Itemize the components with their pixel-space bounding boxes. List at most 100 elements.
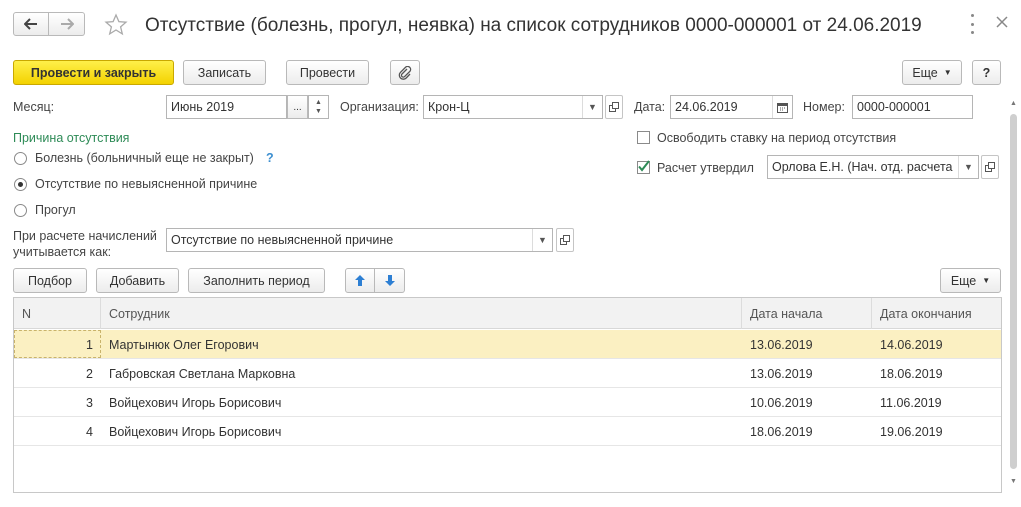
fill-period-button[interactable]: Заполнить период (188, 268, 325, 293)
arrow-up-icon (355, 275, 365, 286)
row-end-date: 19.06.2019 (880, 424, 943, 439)
table-more-button[interactable]: Еще ▼ (940, 268, 1001, 293)
dropdown-icon[interactable]: ▼ (532, 229, 552, 251)
post-and-close-button[interactable]: Провести и закрыть (13, 60, 174, 85)
move-down-button[interactable] (375, 268, 405, 293)
help-button[interactable]: ? (972, 60, 1001, 85)
accrual-label-line1: При расчете начислений (13, 229, 157, 243)
forward-button[interactable] (49, 12, 85, 36)
date-label: Дата: (634, 100, 666, 114)
accrual-value: Отсутствие по невыясненной причине (171, 233, 394, 247)
row-employee: Габровская Светлана Марковна (109, 366, 296, 381)
spin-down-icon[interactable]: ▼ (315, 107, 322, 116)
scroll-up-icon[interactable]: ▲ (1010, 100, 1017, 107)
table-row[interactable]: 1 Мартынюк Олег Егорович 13.06.2019 14.0… (14, 330, 1001, 359)
month-value: Июнь 2019 (171, 100, 235, 114)
date-value: 24.06.2019 (675, 100, 738, 114)
row-end-date: 11.06.2019 (880, 395, 942, 410)
help-mark-icon[interactable]: ? (266, 151, 274, 165)
more-vert-icon[interactable] (968, 14, 976, 34)
pick-button[interactable]: Подбор (13, 268, 87, 293)
row-employee: Мартынюк Олег Егорович (109, 337, 259, 352)
attach-button[interactable] (390, 60, 420, 85)
reason-illness-label[interactable]: Болезнь (больничный еще не закрыт) (35, 151, 254, 165)
table-row[interactable]: 2 Габровская Светлана Марковна 13.06.201… (14, 359, 1001, 388)
table-row[interactable]: 4 Войцехович Игорь Борисович 18.06.2019 … (14, 417, 1001, 446)
table-header: N Сотрудник Дата начала Дата окончания (14, 298, 1001, 329)
more-button[interactable]: Еще ▼ (902, 60, 962, 85)
column-header-start[interactable]: Дата начала (742, 298, 872, 329)
dropdown-icon: ▼ (982, 276, 991, 285)
accrual-field[interactable]: Отсутствие по невыясненной причине ▼ (166, 228, 553, 252)
column-header-n[interactable]: N (14, 298, 101, 329)
row-employee: Войцехович Игорь Борисович (109, 395, 282, 410)
add-button[interactable]: Добавить (96, 268, 179, 293)
row-employee: Войцехович Игорь Борисович (109, 424, 282, 439)
dropdown-icon[interactable]: ▼ (582, 96, 602, 118)
post-button[interactable]: Провести (286, 60, 369, 85)
row-start-date: 13.06.2019 (750, 366, 813, 381)
reason-truancy-label[interactable]: Прогул (35, 203, 76, 217)
reason-illness-radio[interactable] (14, 152, 27, 165)
table-row[interactable]: 3 Войцехович Игорь Борисович 10.06.2019 … (14, 388, 1001, 417)
checkmark-icon (638, 160, 650, 172)
month-field[interactable]: Июнь 2019 (166, 95, 287, 119)
free-rate-label[interactable]: Освободить ставку на период отсутствия (657, 131, 896, 145)
organization-field[interactable]: Крон-Ц ▼ (423, 95, 603, 119)
scrollbar-thumb[interactable] (1010, 114, 1017, 469)
organization-open-button[interactable] (605, 95, 623, 119)
accrual-open-button[interactable] (556, 228, 574, 252)
dropdown-icon[interactable]: ▼ (958, 156, 978, 178)
approved-by-value: Орлова Е.Н. (Нач. отд. расчета (772, 160, 953, 174)
move-up-button[interactable] (345, 268, 375, 293)
month-select-button[interactable]: ... (287, 95, 308, 119)
row-number: 4 (86, 424, 93, 439)
reason-unknown-radio[interactable] (14, 178, 27, 191)
back-arrow-icon (24, 18, 37, 30)
arrow-down-icon (384, 275, 395, 286)
approved-by-open-button[interactable] (981, 155, 999, 179)
reason-unknown-label[interactable]: Отсутствие по невыясненной причине (35, 177, 257, 191)
more-button-label: Еще (912, 65, 938, 80)
calendar-icon (777, 102, 788, 113)
row-number: 1 (86, 337, 93, 352)
number-label: Номер: (803, 100, 845, 114)
favorite-star-icon[interactable] (104, 13, 128, 37)
row-start-date: 10.06.2019 (750, 395, 813, 410)
number-field[interactable]: 0000-000001 (852, 95, 973, 119)
window-title: Отсутствие (болезнь, прогул, неявка) на … (145, 15, 922, 36)
month-label: Месяц: (13, 100, 55, 114)
reason-truancy-radio[interactable] (14, 204, 27, 217)
row-number: 2 (86, 366, 93, 381)
back-button[interactable] (13, 12, 49, 36)
reason-title: Причина отсутствия (13, 131, 130, 145)
column-header-employee[interactable]: Сотрудник (101, 298, 742, 329)
open-form-icon (560, 235, 570, 245)
free-rate-checkbox[interactable] (637, 131, 650, 144)
number-value: 0000-000001 (857, 100, 931, 114)
calendar-button[interactable] (772, 96, 792, 118)
row-end-date: 18.06.2019 (880, 366, 943, 381)
date-field[interactable]: 24.06.2019 (670, 95, 793, 119)
paperclip-icon (398, 65, 412, 80)
row-number: 3 (86, 395, 93, 410)
spin-up-icon[interactable]: ▲ (315, 98, 322, 107)
title-bar: Отсутствие (болезнь, прогул, неявка) на … (0, 0, 1021, 52)
month-spinner[interactable]: ▲ ▼ (308, 95, 329, 119)
column-header-end[interactable]: Дата окончания (872, 298, 1001, 329)
organization-label: Организация: (340, 100, 419, 114)
open-form-icon (609, 102, 619, 112)
dropdown-icon: ▼ (943, 68, 952, 77)
row-start-date: 18.06.2019 (750, 424, 813, 439)
approved-checkbox[interactable] (637, 160, 650, 174)
close-icon[interactable] (995, 15, 1011, 31)
save-button[interactable]: Записать (183, 60, 266, 85)
form-scrollbar[interactable]: ▲ ▼ (1009, 100, 1018, 492)
row-end-date: 14.06.2019 (880, 337, 943, 352)
accrual-label-line2: учитывается как: (13, 245, 112, 259)
approved-by-field[interactable]: Орлова Е.Н. (Нач. отд. расчета ▼ (767, 155, 979, 179)
ellipsis-icon: ... (293, 101, 302, 113)
approved-label[interactable]: Расчет утвердил (657, 161, 754, 175)
row-start-date: 13.06.2019 (750, 337, 813, 352)
scroll-down-icon[interactable]: ▼ (1010, 478, 1017, 485)
